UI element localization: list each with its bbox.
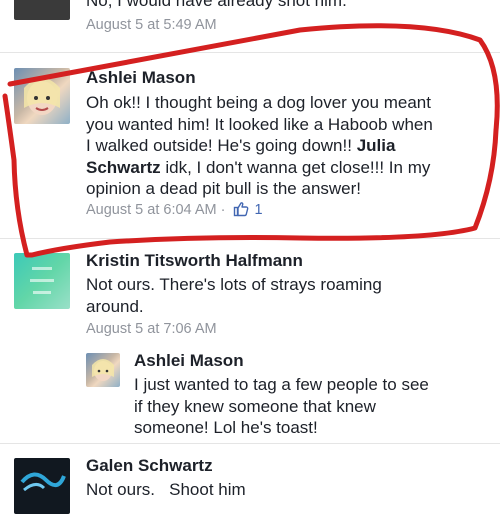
comment-author[interactable]: Kristin Titsworth Halfmann — [86, 251, 303, 271]
mention-link[interactable]: Julia — [357, 136, 396, 155]
like-thumb-icon[interactable] — [233, 201, 249, 221]
comment-text-line: you wanted him! It looked like a Haboob … — [86, 114, 433, 134]
comment-time[interactable]: August 5 at 5:49 AM — [86, 17, 217, 33]
divider — [0, 238, 500, 239]
comment-text-line: if they knew someone that knew — [134, 396, 376, 416]
comment-4: Galen Schwartz Not ours. Shoot him — [0, 450, 500, 514]
divider — [0, 443, 500, 444]
comment-text-block: Oh ok!! I thought being a dog lover you … — [86, 92, 496, 200]
comment-text-line: Schwartz idk, I don't wanna get close!!!… — [86, 157, 496, 179]
comment-text-part: idk, I don't wanna get close!!! In my — [165, 157, 431, 177]
divider — [0, 52, 500, 53]
comment-time[interactable]: August 5 at 6:04 AM — [86, 202, 217, 218]
comment-text-block: I just wanted to tag a few people to see… — [134, 374, 494, 439]
avatar[interactable] — [86, 353, 120, 387]
avatar[interactable] — [14, 458, 70, 514]
comment-text-line: Oh ok!! I thought being a dog lover you … — [86, 93, 431, 112]
comment-text-line: I just wanted to tag a few people to see — [134, 375, 429, 394]
comment-author[interactable]: Ashlei Mason — [134, 351, 244, 371]
comment-2: Kristin Titsworth Halfmann Not ours. The… — [0, 245, 500, 345]
comment-time[interactable]: August 5 at 7:06 AM — [86, 321, 217, 337]
comment-text-line: I walked outside! He's going down!! Juli… — [86, 135, 496, 157]
avatar[interactable] — [14, 253, 70, 309]
comment-author[interactable]: Ashlei Mason — [86, 68, 196, 88]
comment-text-part: I walked outside! He's going down!! — [86, 136, 352, 155]
comment-text-line: around. — [86, 296, 144, 316]
like-count: 1 — [254, 202, 263, 218]
comment-author[interactable]: Galen Schwartz — [86, 456, 213, 476]
comment-text-line: someone! Lol he's toast! — [134, 418, 318, 437]
comment-text-line: Not ours. Shoot him — [86, 480, 246, 499]
comment-0: No, I would have already shot him. Augus… — [0, 0, 500, 45]
comment-1: Ashlei Mason Oh ok!! I thought being a d… — [0, 60, 500, 230]
comment-meta: August 5 at 6:04 AM · 1 — [86, 201, 263, 221]
text-logo-icon — [30, 267, 54, 294]
reply-comment: Ashlei Mason I just wanted to tag a few … — [0, 345, 500, 440]
comment-text-block: Not ours. There's lots of strays roaming… — [86, 274, 496, 317]
person-photo-icon — [92, 359, 114, 381]
comment-text-line: Not ours. There's lots of strays roaming — [86, 275, 382, 294]
mention-link[interactable]: Schwartz — [86, 158, 161, 177]
separator-dot: · — [220, 202, 226, 218]
avatar[interactable] — [14, 68, 70, 124]
comment-text-line: opinion a dead pit bull is the answer! — [86, 179, 362, 198]
logo-icon — [20, 472, 66, 492]
person-photo-icon — [24, 78, 60, 115]
avatar[interactable] — [14, 0, 70, 20]
comment-text: No, I would have already shot him. — [86, 0, 347, 10]
